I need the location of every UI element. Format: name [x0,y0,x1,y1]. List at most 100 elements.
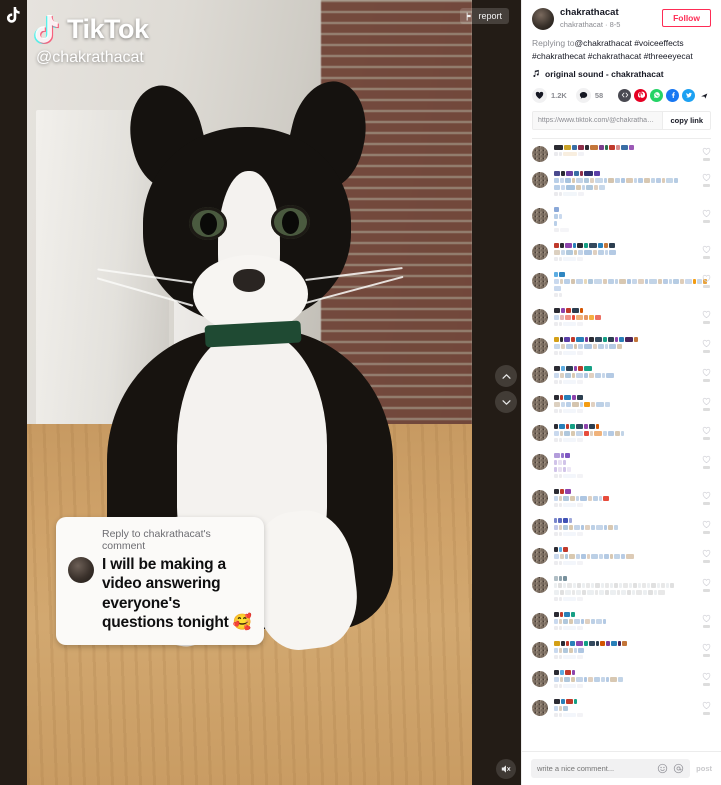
copy-link-button[interactable]: copy link [662,111,710,129]
comment-avatar[interactable] [532,518,548,535]
comment-avatar[interactable] [532,272,548,289]
video-player-pane[interactable]: TikTok @chakrathacat report Reply to cha… [0,0,521,785]
comment-avatar[interactable] [532,612,548,629]
comment-like-button[interactable] [702,397,711,411]
comment-avatar[interactable] [532,308,548,325]
next-video-button[interactable] [495,391,517,413]
music-row[interactable]: original sound - chakrathacat [532,69,711,79]
comment-avatar[interactable] [532,576,548,593]
comment-item[interactable] [532,546,711,567]
comment-item[interactable] [532,452,711,480]
comment-avatar[interactable] [532,453,548,470]
comment-input[interactable] [537,764,653,773]
share-icons-row[interactable] [618,88,711,102]
comment-avatar[interactable] [532,547,548,564]
comment-item[interactable] [532,698,711,719]
share-arrow-icon[interactable] [698,89,711,102]
comment-item[interactable] [532,144,711,162]
comment-avatar[interactable] [532,641,548,658]
caption-hashtag[interactable]: #voiceeffects [634,38,683,48]
comment-item[interactable] [532,271,711,299]
facebook-icon[interactable] [666,88,679,102]
emoji-icon[interactable] [657,763,668,774]
comment-like-button[interactable] [702,578,711,592]
redacted-text-block [594,170,600,176]
comment-item[interactable] [532,517,711,538]
comment-item[interactable] [532,336,711,357]
comment-like-button[interactable] [702,643,711,657]
redacted-text-block [608,430,614,436]
author-avatar[interactable] [532,8,554,30]
caption-hashtag[interactable]: #chakrathecat [532,51,585,61]
comment-stat[interactable]: 58 [575,87,603,103]
comment-avatar[interactable] [532,395,548,412]
comment-like-button[interactable] [702,245,711,259]
redacted-text-block [560,488,564,494]
comment-like-button[interactable] [702,614,711,628]
comment-item[interactable] [532,365,711,386]
comment-item[interactable] [532,206,711,234]
comment-item[interactable] [532,394,711,415]
caption-hashtag[interactable]: #threeeyecat [644,51,693,61]
comment-avatar[interactable] [532,243,548,260]
post-comment-button[interactable]: post [696,764,712,773]
comment-avatar[interactable] [532,207,548,224]
comment-avatar[interactable] [532,337,548,354]
caption-reply-target[interactable]: @chakrathacat [575,38,632,48]
comment-like-button[interactable] [702,147,711,161]
redacted-text-block [584,430,589,436]
comment-avatar[interactable] [532,489,548,506]
comment-like-button[interactable] [702,520,711,534]
comment-like-button[interactable] [702,274,711,288]
comment-item[interactable] [532,170,711,198]
comment-avatar[interactable] [532,171,548,188]
comment-like-button[interactable] [702,549,711,563]
video-frame[interactable] [27,0,472,785]
comment-item[interactable] [532,307,711,328]
comment-field[interactable] [531,759,691,778]
comments-list[interactable] [522,139,721,752]
mute-toggle-button[interactable] [496,759,516,779]
previous-video-button[interactable] [495,365,517,387]
comment-item[interactable] [532,488,711,509]
comment-like-button[interactable] [702,173,711,187]
pinterest-icon[interactable] [634,88,647,102]
mention-icon[interactable] [673,763,684,774]
comment-like-button[interactable] [702,426,711,440]
comment-body [554,394,711,415]
comment-item[interactable] [532,423,711,444]
comment-avatar[interactable] [532,424,548,441]
comment-body [554,365,711,386]
comment-item[interactable] [532,242,711,263]
like-stat[interactable]: 1.2K [532,87,567,103]
comment-like-button[interactable] [702,209,711,223]
redacted-text-line [554,227,711,232]
comment-avatar[interactable] [532,699,548,716]
comment-avatar[interactable] [532,366,548,383]
comment-input-bar[interactable]: post [522,751,721,785]
comment-avatar[interactable] [532,670,548,687]
twitter-icon[interactable] [682,88,695,102]
copy-link-url-field[interactable] [533,111,663,129]
comment-item[interactable] [532,640,711,661]
author-username[interactable]: chakrathacat [560,7,662,19]
follow-button[interactable]: Follow [662,9,711,27]
comment-like-button[interactable] [702,455,711,469]
copy-link-row[interactable]: copy link [532,110,711,130]
report-button[interactable]: report [460,8,509,24]
comment-item[interactable] [532,611,711,632]
comment-like-button[interactable] [702,491,711,505]
redacted-text-block [582,184,585,190]
comment-like-button[interactable] [702,368,711,382]
whatsapp-icon[interactable] [650,88,663,102]
video-navigation[interactable] [495,365,517,413]
embed-icon[interactable] [618,88,631,102]
comment-item[interactable] [532,669,711,690]
comment-avatar[interactable] [532,145,548,162]
comment-like-button[interactable] [702,701,711,715]
comment-like-button[interactable] [702,672,711,686]
comment-like-button[interactable] [702,310,711,324]
comment-like-button[interactable] [702,339,711,353]
comment-item[interactable] [532,575,711,603]
caption-hashtag[interactable]: #chakrathacat [588,51,641,61]
